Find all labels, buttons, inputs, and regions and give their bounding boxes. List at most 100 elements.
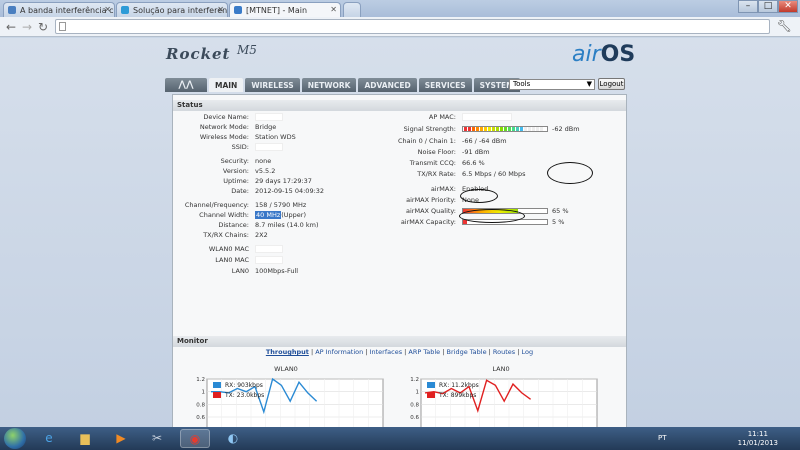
close-window-button[interactable]: ✕: [778, 0, 798, 13]
taskbar: e ▆ ▶ ✂ ◉ ◐ PT 11:11 11/01/2013: [0, 427, 800, 450]
signal-segment: [516, 127, 519, 131]
language-indicator[interactable]: PT: [658, 434, 667, 442]
tools-icon[interactable]: ✂: [142, 429, 172, 448]
forward-arrow-icon[interactable]: →: [22, 20, 32, 34]
browser-tab-3[interactable]: [MTNET] - Main ✕: [229, 2, 341, 18]
legend-label: RX: 11.2kbps: [439, 382, 479, 389]
address-bar[interactable]: [55, 19, 770, 34]
new-tab-button[interactable]: [343, 2, 361, 17]
minimize-button[interactable]: –: [738, 0, 758, 13]
maximize-button[interactable]: □: [758, 0, 778, 13]
legend-swatch: [427, 382, 435, 388]
status-label: airMAX Priority:: [406, 196, 456, 204]
media-player-icon[interactable]: ▶: [106, 429, 136, 448]
annotation-circle-rate: [459, 209, 525, 223]
status-value-text: 2X2: [255, 231, 268, 239]
status-label: Version:: [222, 167, 249, 175]
close-icon[interactable]: ✕: [217, 5, 224, 14]
status-label: Signal Strength:: [403, 125, 456, 133]
status-value: 100Mbps-Full: [255, 267, 298, 275]
wrench-icon[interactable]: 🔧︎: [777, 19, 792, 33]
signal-segment: [484, 127, 487, 131]
system-tray: PT 11:11 11/01/2013: [650, 427, 800, 450]
status-value: 158 / 5790 MHz: [255, 201, 306, 209]
tab-wireless[interactable]: WIRELESS: [245, 78, 300, 92]
ie-icon[interactable]: e: [34, 429, 64, 448]
reload-icon[interactable]: ↻: [38, 20, 48, 34]
bar-value: 5 %: [552, 218, 565, 226]
signal-segment: [480, 127, 483, 131]
tab-favicon: [234, 6, 242, 14]
link-routes[interactable]: Routes: [493, 348, 515, 356]
ubnt-logo-tab[interactable]: ⋀⋀: [165, 78, 207, 92]
status-row: Channel/Frequency: 158 / 5790 MHz: [173, 201, 373, 209]
status-label: airMAX Quality:: [406, 207, 456, 215]
browser-tab-1[interactable]: A banda interferência com ✕: [3, 2, 115, 17]
close-icon[interactable]: ✕: [330, 5, 337, 14]
signal-segment: [500, 127, 503, 131]
chrome-icon[interactable]: ◉: [180, 429, 210, 448]
status-row: Uptime: 29 days 17:29:37: [173, 177, 373, 185]
status-label: Uptime:: [223, 177, 249, 185]
y-tick-label: 0.8: [196, 402, 205, 408]
browser-tab-2[interactable]: Solução para interferencia ✕: [116, 2, 228, 17]
link-interfaces[interactable]: Interfaces: [370, 348, 403, 356]
logout-button[interactable]: Logout: [598, 78, 625, 90]
status-row: Channel Width: 40 MHz(Upper): [173, 211, 373, 219]
link-arp-table[interactable]: ARP Table: [408, 348, 440, 356]
tab-favicon: [121, 6, 129, 14]
explorer-icon[interactable]: ▆: [70, 429, 100, 448]
signal-strength-meter: [462, 126, 548, 132]
link-ap-information[interactable]: AP Information: [315, 348, 363, 356]
legend-label: TX: 899kbps: [438, 392, 476, 399]
y-tick-label: 0.6: [196, 415, 205, 421]
tab-services[interactable]: SERVICES: [418, 78, 472, 92]
status-value-text: 29 days 17:29:37: [255, 177, 312, 185]
airos-air-text: air: [572, 42, 601, 67]
status-label: Transmit CCQ:: [409, 159, 456, 167]
tools-select[interactable]: Tools ▼: [509, 79, 595, 90]
browser-tabstrip: A banda interferência com ✕ Solução para…: [0, 0, 800, 18]
signal-strength-value: -62 dBm: [552, 125, 580, 133]
chart-title-wlan0: WLAN0: [274, 365, 298, 373]
signal-segment: [528, 127, 531, 131]
status-value-text: 100Mbps-Full: [255, 267, 299, 275]
start-button[interactable]: [4, 428, 26, 449]
status-label: airMAX:: [430, 185, 456, 193]
back-arrow-icon[interactable]: ←: [6, 20, 16, 34]
status-label: TX/RX Rate:: [417, 170, 456, 178]
monitor-links: Throughput | AP Information | Interfaces…: [265, 348, 534, 356]
chevron-down-icon: ▼: [586, 80, 592, 88]
redacted-value: [255, 256, 283, 266]
status-value: 29 days 17:29:37: [255, 177, 312, 185]
tab-favicon: [8, 6, 16, 14]
tab-main[interactable]: MAIN: [209, 78, 244, 92]
y-tick-label: 1: [416, 390, 420, 396]
chart-wlan0: Mbps 00.20.40.60.811.2RX: 903kbpsTX: 23.…: [196, 377, 384, 427]
status-value: 2X2: [255, 231, 268, 239]
status-row: Date: 2012-09-15 04:09:32: [173, 187, 373, 195]
clock[interactable]: 11:11 11/01/2013: [738, 430, 778, 448]
status-value-text: 8.7 miles (14.0 km): [255, 221, 319, 229]
signal-segment: [532, 127, 535, 131]
link-bridge-table[interactable]: Bridge Table: [447, 348, 487, 356]
network-icon[interactable]: ◐: [218, 429, 248, 448]
tab-advanced[interactable]: ADVANCED: [358, 78, 417, 92]
chart-title-lan0: LAN0: [492, 365, 510, 373]
link-throughput[interactable]: Throughput: [266, 348, 309, 356]
y-tick-label: 0.6: [410, 415, 419, 421]
link-log[interactable]: Log: [522, 348, 534, 356]
close-icon[interactable]: ✕: [104, 5, 111, 14]
redacted-value: [462, 113, 512, 123]
brand-logo: Rocket: [166, 45, 231, 63]
signal-segment: [524, 127, 527, 131]
status-row: Device Name:: [173, 113, 373, 121]
annotation-circle-signal: [547, 162, 593, 184]
redacted-value: [255, 113, 283, 123]
tab-network[interactable]: NETWORK: [301, 78, 357, 92]
status-label: Channel Width:: [199, 211, 249, 219]
status-row: SSID:: [173, 143, 373, 151]
browser-toolbar: ← → ↻ 🔧︎: [0, 17, 800, 37]
ubnt-logo-icon: ⋀⋀: [178, 80, 194, 90]
status-value: 40 MHz(Upper): [255, 211, 306, 219]
